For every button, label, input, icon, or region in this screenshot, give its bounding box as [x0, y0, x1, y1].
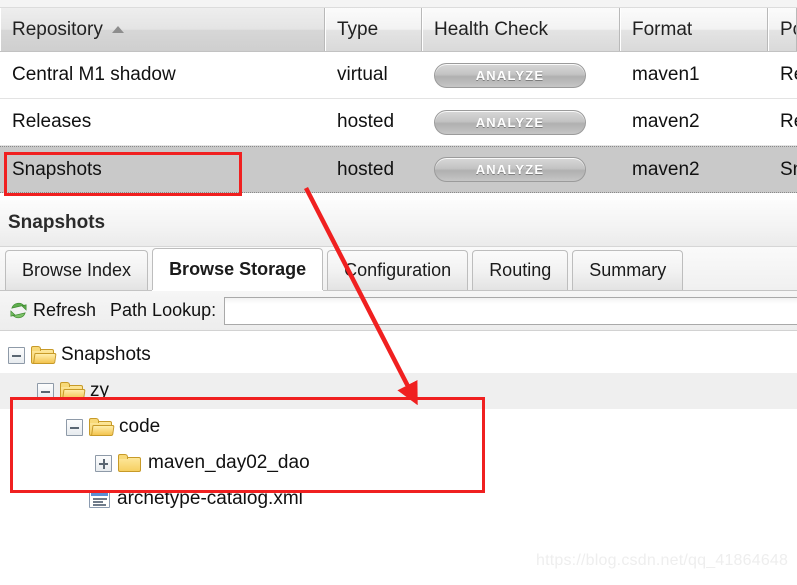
column-header-repository[interactable]: Repository: [0, 8, 325, 51]
window-top-strip: [0, 0, 797, 8]
cell-repository: Snapshots: [12, 158, 102, 180]
column-header-format[interactable]: Format: [620, 8, 768, 51]
tab-browse-storage[interactable]: Browse Storage: [152, 248, 324, 290]
xml-file-icon: [89, 490, 110, 508]
tree-node-label: zy: [90, 380, 109, 401]
cell-format: maven2: [632, 111, 700, 132]
repository-grid-header: Repository Type Health Check Format Poli…: [0, 8, 797, 52]
tree-node-snapshots[interactable]: Snapshots: [0, 337, 797, 373]
cell-health-check: ANALYZE: [422, 147, 620, 192]
table-row[interactable]: Releases hosted ANALYZE maven2 Relea: [0, 99, 797, 146]
cell-type: hosted: [337, 158, 395, 180]
tree-node-label: archetype-catalog.xml: [117, 488, 303, 509]
column-header-policy-label: Policy: [780, 18, 796, 40]
panel-header: Snapshots: [0, 200, 797, 247]
tree-node-archetype-catalog-xml[interactable]: archetype-catalog.xml: [0, 481, 797, 517]
analyze-button[interactable]: ANALYZE: [434, 62, 586, 88]
cell-repository: Central M1 shadow: [12, 64, 176, 85]
no-expander-spacer: [66, 491, 83, 508]
storage-toolbar: Refresh Path Lookup:: [0, 291, 797, 331]
tab-browse-storage-label: Browse Storage: [169, 259, 307, 279]
expand-plus-icon[interactable]: [95, 454, 112, 472]
path-lookup-label: Path Lookup:: [110, 300, 217, 320]
column-header-policy[interactable]: Policy: [768, 8, 797, 51]
cell-health-check: ANALYZE: [422, 52, 620, 98]
tab-configuration[interactable]: Configuration: [327, 250, 469, 290]
folder-closed-icon: [118, 454, 141, 472]
column-header-repository-label: Repository: [12, 18, 103, 40]
folder-open-icon: [89, 418, 115, 436]
watermark: https://blog.csdn.net/qq_41864648: [536, 552, 789, 569]
analyze-button[interactable]: ANALYZE: [434, 109, 586, 135]
cell-policy: Relea: [780, 111, 797, 132]
repository-grid: Repository Type Health Check Format Poli…: [0, 8, 797, 193]
cell-format: maven1: [632, 64, 700, 85]
collapse-minus-icon[interactable]: [66, 418, 83, 436]
detail-tab-bar: Browse Index Browse Storage Configuratio…: [0, 247, 797, 291]
column-header-health-check-label: Health Check: [434, 18, 549, 40]
cell-type: virtual: [337, 64, 388, 85]
tab-browse-index[interactable]: Browse Index: [5, 250, 149, 290]
tree-node-label: code: [119, 416, 161, 437]
cell-type: hosted: [337, 111, 395, 132]
cell-policy: Relea: [780, 64, 797, 85]
collapse-minus-icon[interactable]: [8, 346, 25, 364]
tree-node-code[interactable]: code: [0, 409, 797, 445]
tab-summary-label: Summary: [589, 260, 667, 280]
tree-node-maven-day02-dao[interactable]: maven_day02_dao: [0, 445, 797, 481]
tab-summary[interactable]: Summary: [572, 250, 684, 290]
table-row[interactable]: Central M1 shadow virtual ANALYZE maven1…: [0, 52, 797, 99]
tree-node-label: Snapshots: [61, 344, 151, 365]
cell-health-check: ANALYZE: [422, 99, 620, 145]
tree-node-label: maven_day02_dao: [148, 452, 310, 473]
tab-configuration-label: Configuration: [344, 260, 452, 280]
page-title: Snapshots: [8, 212, 106, 233]
nexus-repository-screen: Repository Type Health Check Format Poli…: [0, 0, 797, 585]
folder-open-icon: [60, 382, 86, 400]
sort-asc-icon: [111, 26, 124, 33]
tab-browse-index-label: Browse Index: [22, 260, 132, 280]
column-header-type[interactable]: Type: [325, 8, 422, 51]
refresh-label: Refresh: [33, 300, 97, 320]
cell-repository: Releases: [12, 111, 92, 132]
folder-open-icon: [31, 346, 57, 364]
repository-detail-panel: Snapshots Browse Index Browse Storage Co…: [0, 200, 797, 585]
cell-policy: Snap: [780, 158, 797, 180]
tab-routing-label: Routing: [489, 260, 552, 280]
column-header-type-label: Type: [337, 18, 379, 40]
path-lookup-input[interactable]: [224, 296, 797, 325]
table-row-selected[interactable]: Snapshots hosted ANALYZE maven2 Snap: [0, 146, 797, 193]
refresh-button[interactable]: Refresh: [8, 300, 96, 321]
storage-tree: Snapshots zy code maven_day02_dao archet…: [0, 331, 797, 517]
tab-routing[interactable]: Routing: [472, 250, 569, 290]
cell-format: maven2: [632, 158, 700, 180]
refresh-icon: [10, 302, 27, 319]
collapse-minus-icon[interactable]: [37, 382, 54, 400]
column-header-health-check[interactable]: Health Check: [422, 8, 620, 51]
tree-node-zy[interactable]: zy: [0, 373, 797, 409]
column-header-format-label: Format: [632, 18, 693, 40]
analyze-button[interactable]: ANALYZE: [434, 157, 586, 182]
